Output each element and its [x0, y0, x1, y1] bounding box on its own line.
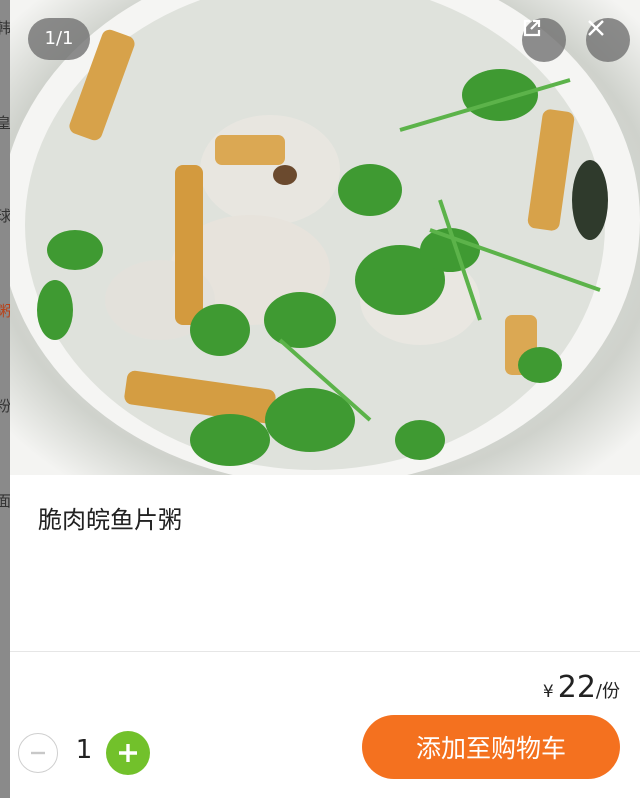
product-photo: 1/1 [10, 0, 640, 475]
background-category: 皇 [0, 115, 10, 131]
product-detail-modal: 1/1 脆肉皖鱼片粥 ¥22/份 1 添加至购物车 [10, 0, 640, 798]
close-icon [588, 20, 604, 36]
photo-counter: 1/1 [28, 18, 90, 60]
product-title: 脆肉皖鱼片粥 [38, 506, 182, 534]
quantity-increment-button[interactable] [106, 731, 150, 775]
divider [10, 651, 640, 652]
quantity-decrement-button[interactable] [18, 733, 58, 773]
quantity-value: 1 [75, 735, 93, 765]
background-category: 粥 [0, 303, 10, 319]
external-link-icon [523, 19, 541, 37]
background-category: 粉 [0, 398, 10, 414]
minus-icon [31, 751, 45, 755]
background-category: 面 [0, 493, 10, 509]
product-price: ¥22/份 [543, 670, 620, 705]
add-to-cart-button[interactable]: 添加至购物车 [362, 715, 620, 779]
open-external-button[interactable] [522, 18, 566, 62]
plus-icon [119, 744, 137, 762]
price-unit: /份 [595, 681, 620, 702]
price-value: 22 [557, 670, 596, 705]
background-category: 韩 [0, 20, 10, 36]
currency-symbol: ¥ [542, 682, 554, 702]
close-button[interactable] [586, 18, 630, 62]
background-category: 球 [0, 208, 10, 224]
porridge-illustration [10, 0, 640, 475]
